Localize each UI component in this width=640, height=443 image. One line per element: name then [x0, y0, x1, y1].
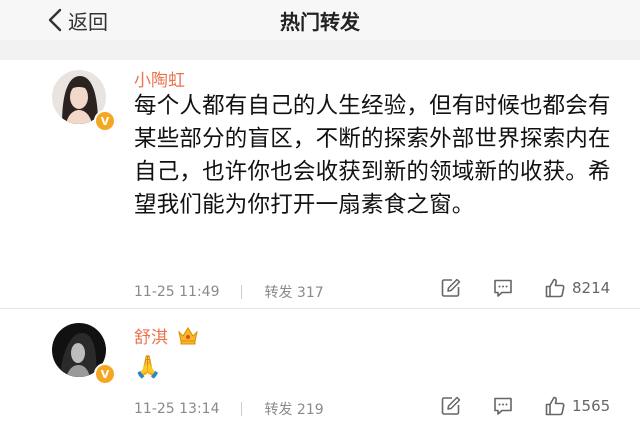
comment-icon	[494, 279, 512, 297]
section-separator	[0, 40, 640, 60]
repost-item: V 小陶虹 每个人都有自己的人生经验，但有时候也都会有某些部分的盲区，不断的探索…	[0, 60, 640, 308]
page-title: 热门转发	[280, 10, 360, 34]
repost-item: V 舒淇 🙏 11-25 13:14 转发 219 1565	[0, 309, 640, 443]
post-meta: 11-25 11:49 转发 317	[134, 282, 324, 302]
thumbs-up-icon	[545, 396, 565, 416]
repost-count: 转发 219	[264, 402, 324, 418]
repost-count: 转发 317	[264, 285, 324, 301]
top-nav-bar: 返回 热门转发	[0, 0, 640, 40]
verified-v-icon: V	[100, 367, 110, 381]
verified-badge: V	[94, 110, 116, 132]
post-time: 11-25 13:14	[134, 401, 220, 417]
like-button[interactable]: 8214	[544, 277, 610, 299]
author-name[interactable]: 小陶虹	[134, 66, 185, 91]
like-button[interactable]: 1565	[544, 395, 610, 417]
comment-icon	[494, 397, 512, 415]
comment-button[interactable]	[492, 277, 514, 299]
post-content: 每个人都有自己的人生经验，但有时候也都会有某些部分的盲区，不断的探索外部世界探索…	[134, 93, 611, 218]
like-count: 8214	[572, 279, 611, 297]
like-count: 1565	[572, 397, 611, 415]
thumbs-up-icon	[545, 278, 565, 298]
meta-divider	[241, 402, 243, 416]
post-content: 🙏	[134, 355, 162, 380]
meta-divider	[241, 285, 243, 299]
verified-badge: V	[94, 363, 116, 385]
comment-button[interactable]	[492, 395, 514, 417]
post-actions: 1565	[440, 395, 610, 417]
repost-button[interactable]	[440, 395, 462, 417]
author-name[interactable]: 舒淇	[134, 323, 168, 348]
repost-button[interactable]	[440, 277, 462, 299]
crown-badge-icon	[178, 327, 198, 345]
post-meta: 11-25 13:14 转发 219	[134, 399, 324, 419]
post-time: 11-25 11:49	[134, 284, 220, 300]
post-actions: 8214	[440, 277, 610, 299]
verified-v-icon: V	[100, 114, 110, 128]
repost-edit-icon	[441, 278, 461, 297]
repost-edit-icon	[441, 396, 461, 415]
